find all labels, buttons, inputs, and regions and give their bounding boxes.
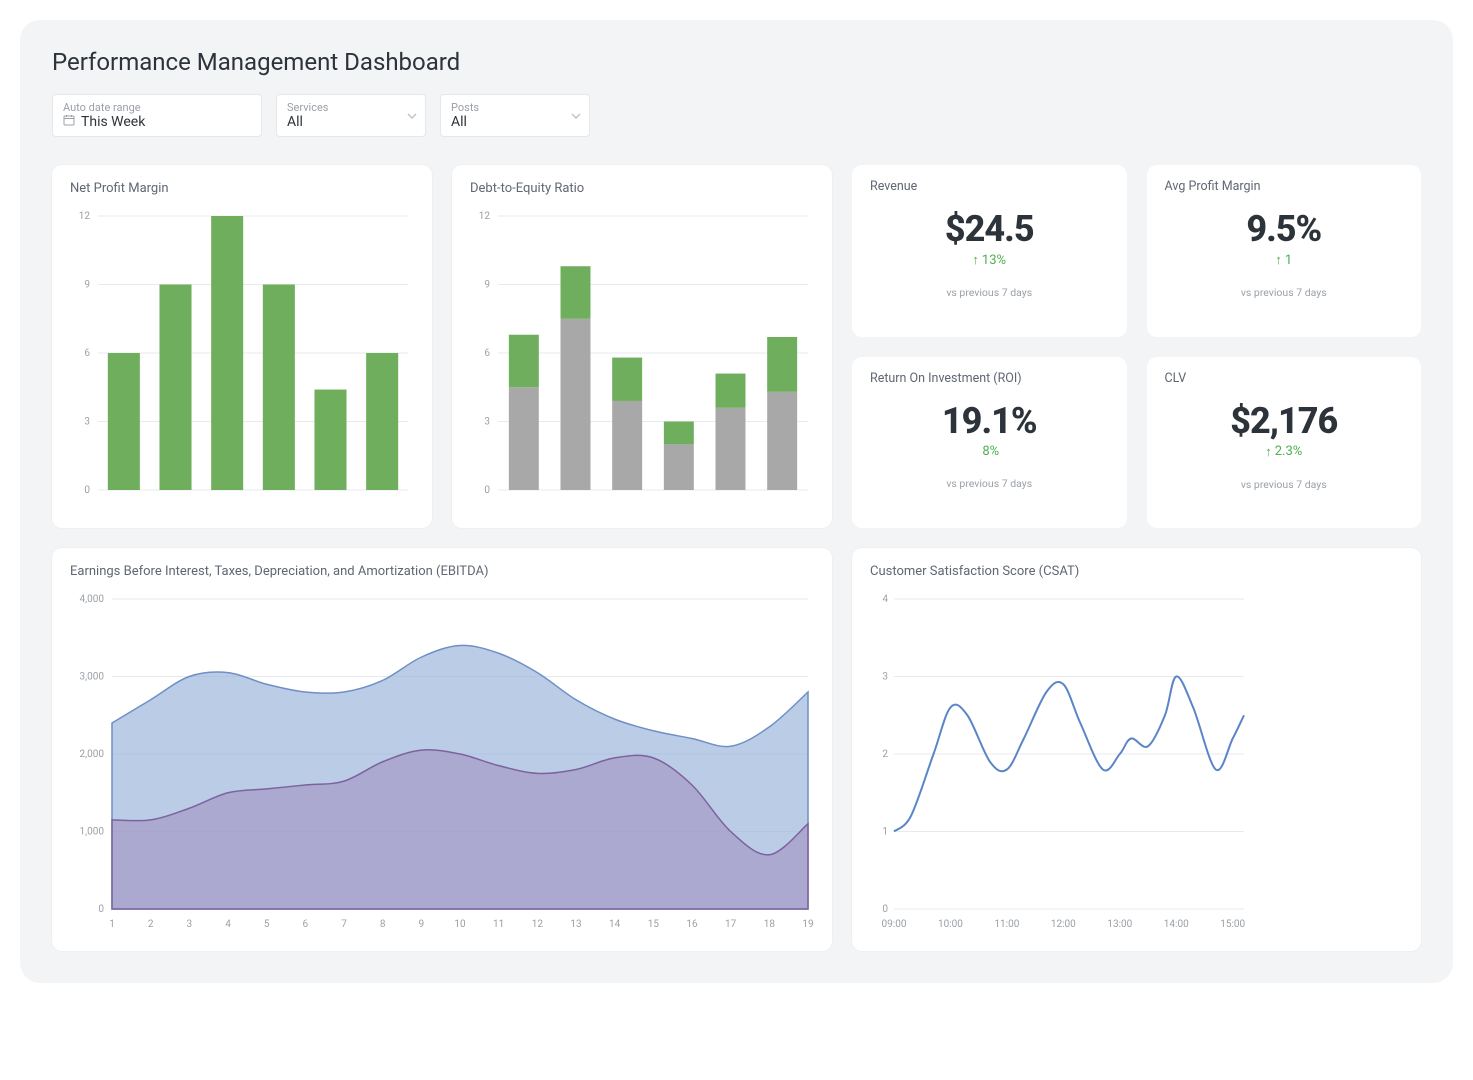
metric-value: 19.1% [870, 400, 1109, 442]
metric-sub: vs previous 7 days [1165, 478, 1404, 491]
svg-text:6: 6 [303, 919, 309, 930]
metric-roi: Return On Investment (ROI) 19.1% 8% vs p… [852, 357, 1127, 529]
arrow-up-icon: ↑ [972, 252, 979, 268]
filter-label: Auto date range [63, 101, 251, 114]
svg-text:16: 16 [686, 919, 698, 930]
metric-revenue: Revenue $24.5 ↑13% vs previous 7 days [852, 165, 1127, 337]
svg-text:4: 4 [882, 594, 888, 605]
svg-text:0: 0 [882, 904, 888, 915]
svg-text:14:00: 14:00 [1164, 919, 1189, 930]
arrow-up-icon: ↑ [1265, 444, 1272, 460]
svg-text:14: 14 [609, 919, 621, 930]
svg-text:12:00: 12:00 [1051, 919, 1076, 930]
svg-text:2: 2 [148, 919, 154, 930]
svg-text:2,000: 2,000 [80, 749, 105, 760]
metric-delta: ↑2.3% [1165, 444, 1404, 460]
svg-text:4,000: 4,000 [80, 594, 105, 605]
svg-text:2: 2 [882, 749, 888, 760]
svg-text:8: 8 [380, 919, 386, 930]
filter-date-range[interactable]: Auto date range This Week [52, 94, 262, 137]
filter-posts[interactable]: Posts All [440, 94, 590, 137]
metric-delta: ↑1 [1165, 252, 1404, 268]
svg-text:3: 3 [882, 672, 888, 683]
card-title: Net Profit Margin [70, 181, 414, 196]
filter-bar: Auto date range This Week Services All P… [52, 94, 1421, 137]
metric-sub: vs previous 7 days [870, 477, 1109, 490]
svg-text:12: 12 [79, 211, 91, 222]
svg-text:09:00: 09:00 [882, 919, 907, 930]
svg-text:13:00: 13:00 [1107, 919, 1132, 930]
svg-text:6: 6 [484, 348, 490, 359]
svg-text:0: 0 [98, 904, 104, 915]
svg-text:3: 3 [484, 417, 490, 428]
calendar-icon [63, 114, 75, 130]
svg-text:18: 18 [764, 919, 776, 930]
svg-text:6: 6 [84, 348, 90, 359]
svg-text:9: 9 [84, 280, 90, 291]
svg-text:11: 11 [493, 919, 504, 930]
metric-label: Return On Investment (ROI) [870, 371, 1109, 386]
chart-csat: 0 1 2 3 4 09:00 10:00 11:00 12:00 13:00 14:00 15:00 [870, 591, 1250, 931]
svg-text:12: 12 [532, 919, 544, 930]
svg-text:17: 17 [725, 919, 737, 930]
page-title: Performance Management Dashboard [52, 48, 1421, 76]
metric-clv: CLV $2,176 ↑2.3% vs previous 7 days [1147, 357, 1422, 529]
svg-text:3: 3 [84, 417, 90, 428]
chart-ebitda: 01,0002,0003,0004,0001234567891011121314… [70, 591, 814, 931]
metric-label: Avg Profit Margin [1165, 179, 1404, 194]
svg-text:15: 15 [648, 919, 660, 930]
svg-text:12: 12 [479, 211, 491, 222]
filter-label: Services [287, 101, 415, 114]
svg-text:1: 1 [109, 919, 115, 930]
svg-text:13: 13 [570, 919, 581, 930]
filter-value: All [287, 114, 303, 130]
card-net-profit-margin: Net Profit Margin 0 3 6 9 12 [52, 165, 432, 528]
metric-sub: vs previous 7 days [1165, 286, 1404, 299]
svg-text:1: 1 [882, 827, 888, 838]
filter-label: Posts [451, 101, 579, 114]
metric-label: Revenue [870, 179, 1109, 194]
metric-delta: 8% [870, 444, 1109, 459]
arrow-up-icon: ↑ [1275, 252, 1282, 268]
svg-text:9: 9 [419, 919, 425, 930]
svg-text:19: 19 [802, 919, 813, 930]
svg-text:10:00: 10:00 [938, 919, 963, 930]
metric-value: 9.5% [1165, 208, 1404, 250]
card-debt-equity: Debt-to-Equity Ratio 0 3 6 9 12 [452, 165, 832, 528]
filter-services[interactable]: Services All [276, 94, 426, 137]
card-ebitda: Earnings Before Interest, Taxes, Depreci… [52, 548, 832, 951]
svg-text:11:00: 11:00 [994, 919, 1019, 930]
svg-text:3: 3 [187, 919, 193, 930]
chevron-down-icon [407, 113, 417, 119]
svg-text:9: 9 [484, 280, 490, 291]
metrics-grid: Revenue $24.5 ↑13% vs previous 7 days Av… [852, 165, 1421, 528]
svg-text:3,000: 3,000 [80, 672, 105, 683]
metric-value: $2,176 [1165, 400, 1404, 442]
filter-value: This Week [81, 114, 145, 130]
card-title: Customer Satisfaction Score (CSAT) [870, 564, 1403, 579]
svg-text:5: 5 [264, 919, 270, 930]
svg-text:15:00: 15:00 [1220, 919, 1245, 930]
svg-text:7: 7 [341, 919, 347, 930]
metric-avg-profit-margin: Avg Profit Margin 9.5% ↑1 vs previous 7 … [1147, 165, 1422, 337]
svg-text:1,000: 1,000 [80, 827, 105, 838]
dashboard-page: Performance Management Dashboard Auto da… [20, 20, 1453, 983]
filter-value: All [451, 114, 467, 130]
svg-text:0: 0 [484, 485, 490, 496]
metric-sub: vs previous 7 days [870, 286, 1109, 299]
svg-text:10: 10 [454, 919, 466, 930]
chart-net-profit-margin: 0 3 6 9 12 [70, 208, 414, 508]
svg-text:4: 4 [225, 919, 231, 930]
card-csat: Customer Satisfaction Score (CSAT) 0 1 2 3 4… [852, 548, 1421, 951]
chevron-down-icon [571, 113, 581, 119]
metric-label: CLV [1165, 371, 1404, 386]
chart-debt-equity: 0 3 6 9 12 [470, 208, 814, 508]
svg-text:0: 0 [84, 485, 90, 496]
card-title: Earnings Before Interest, Taxes, Depreci… [70, 564, 814, 579]
metric-delta: ↑13% [870, 252, 1109, 268]
metric-value: $24.5 [870, 208, 1109, 250]
card-title: Debt-to-Equity Ratio [470, 181, 814, 196]
